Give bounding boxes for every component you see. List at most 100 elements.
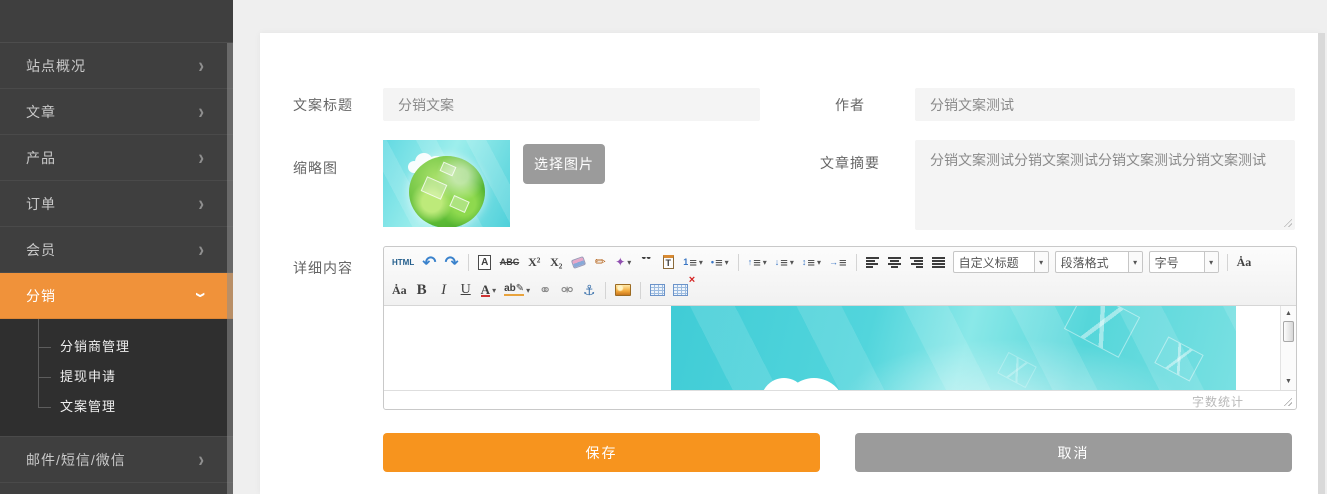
align-justify-icon[interactable] <box>929 251 949 273</box>
chevron-down-icon: ▾ <box>699 258 703 267</box>
cancel-button[interactable]: 取消 <box>855 433 1292 472</box>
word-count-label: 字数统计 <box>1192 393 1244 410</box>
font-size-select[interactable]: 字号▾ <box>1149 251 1219 273</box>
sidebar-item-label: 产品 <box>26 148 56 168</box>
editor-status-bar: 字数统计 <box>384 390 1296 409</box>
align-left-icon[interactable] <box>863 251 883 273</box>
strikethrough-icon[interactable]: ABC <box>497 251 523 273</box>
unlink-icon[interactable]: ⚮ <box>557 279 577 301</box>
save-button[interactable]: 保存 <box>383 433 820 472</box>
insert-image-icon[interactable] <box>612 279 634 301</box>
subscript-icon[interactable]: X₂ <box>546 251 566 273</box>
sidebar-menu: 站点概况›文章›产品›订单›会员›分销›分销商管理提现申请文案管理邮件/短信/微… <box>0 43 233 483</box>
paragraph-spacing-top-icon[interactable]: ↑≡▾ <box>745 251 770 273</box>
paste-as-text-icon[interactable]: T <box>658 251 678 273</box>
page-scrollbar[interactable] <box>1318 33 1325 494</box>
ordered-list-icon[interactable]: 1≡▾ <box>680 251 706 273</box>
chevron-down-icon: ▾ <box>763 258 767 267</box>
link-icon[interactable]: ⚭ <box>535 279 555 301</box>
sidebar-item[interactable]: 产品› <box>0 135 233 181</box>
italic-icon[interactable]: I <box>434 279 454 301</box>
font-color-icon[interactable]: A▾ <box>478 279 499 301</box>
editor-resize-handle-icon[interactable] <box>1281 395 1292 406</box>
paragraph-spacing-bottom-icon[interactable]: ↓≡▾ <box>772 251 797 273</box>
chevron-down-icon: ▾ <box>1128 252 1142 272</box>
toolbar-separator <box>468 254 469 271</box>
superscript-icon[interactable]: X² <box>524 251 544 273</box>
toolbar-separator <box>640 282 641 299</box>
sidebar-item-label: 站点概况 <box>26 56 86 76</box>
chevron-right-icon: › <box>198 55 205 76</box>
sidebar-item-label: 邮件/短信/微信 <box>26 450 126 470</box>
author-label: 作者 <box>835 95 865 115</box>
sidebar-scrollbar[interactable] <box>227 43 233 494</box>
blockquote-icon[interactable]: “ <box>636 251 656 273</box>
sidebar-item[interactable]: 邮件/短信/微信 › <box>0 437 233 483</box>
font-family-icon[interactable]: A <box>475 251 495 273</box>
title-label: 文案标题 <box>293 95 353 115</box>
underline-icon[interactable]: U <box>456 279 476 301</box>
anchor-icon[interactable]: ⚓ <box>579 279 599 301</box>
chevron-right-icon: › <box>198 449 205 470</box>
align-center-icon[interactable] <box>885 251 905 273</box>
sidebar-subitem[interactable]: 文案管理 <box>0 392 233 422</box>
toolbar-separator <box>605 282 606 299</box>
delete-table-icon[interactable] <box>670 279 691 301</box>
sidebar-item-label: 文章 <box>26 102 56 122</box>
to-uppercase-icon[interactable]: Ȧa <box>1234 251 1255 273</box>
editor-toolbar-row-1: HTML↶↷ AABCX²X₂ ✏✦▾“T1≡▾•≡▾ ↑≡▾↓≡▾↕≡▾→≡ 自定义标… <box>388 248 1292 276</box>
toolbar-separator <box>738 254 739 271</box>
chevron-down-icon: ▾ <box>492 286 496 295</box>
author-input[interactable] <box>915 88 1295 121</box>
scroll-down-icon[interactable]: ▼ <box>1281 376 1296 388</box>
sidebar-item[interactable]: 站点概况 › <box>0 43 233 89</box>
cloud-decoration <box>761 378 807 390</box>
to-lowercase-icon[interactable]: Ȧa <box>389 279 410 301</box>
sidebar-item[interactable]: 会员 › <box>0 227 233 273</box>
scroll-up-icon[interactable]: ▲ <box>1281 308 1296 320</box>
chevron-right-icon: › <box>198 239 205 260</box>
bold-icon[interactable]: B <box>412 279 432 301</box>
title-input[interactable] <box>383 88 760 121</box>
sidebar-subitem[interactable]: 提现申请 <box>0 362 233 392</box>
paragraph-format-select[interactable]: 段落格式▾ <box>1055 251 1143 273</box>
insert-table-icon[interactable] <box>647 279 668 301</box>
sidebar-submenu: 分销商管理提现申请文案管理 <box>0 319 233 437</box>
sidebar: 站点概况›文章›产品›订单›会员›分销›分销商管理提现申请文案管理邮件/短信/微… <box>0 0 233 494</box>
sidebar-item[interactable]: 文章› <box>0 89 233 135</box>
editor-toolbar-row-2: ȦaBIUA▾ab✎▾⚭⚮⚓ <box>388 276 1292 304</box>
content-label: 详细内容 <box>293 258 353 278</box>
summary-wrap: 分销文案测试分销文案测试分销文案测试分销文案测试 <box>915 140 1295 230</box>
thumbnail-label: 缩略图 <box>293 158 338 178</box>
format-painter-icon[interactable]: ✏ <box>590 251 610 273</box>
chevron-down-icon: ▾ <box>790 258 794 267</box>
align-right-icon[interactable] <box>907 251 927 273</box>
sidebar-item[interactable]: 订单› <box>0 181 233 227</box>
chevron-down-icon: ▾ <box>725 258 729 267</box>
redo-icon[interactable]: ↷ <box>441 251 461 273</box>
line-height-icon[interactable]: ↕≡▾ <box>799 251 824 273</box>
chevron-down-icon: › <box>191 292 212 299</box>
sidebar-item[interactable]: 分销 › <box>0 273 233 319</box>
custom-heading-select[interactable]: 自定义标题▾ <box>953 251 1049 273</box>
highlight-color-icon[interactable]: ab✎▾ <box>501 279 533 301</box>
source-code-button[interactable]: HTML <box>389 251 417 273</box>
content-card: 文案标题 作者 缩略图 选择图片 文章摘要 分销文案测试分销文案测试分销文案测试… <box>260 33 1320 494</box>
eraser-icon[interactable] <box>568 251 588 273</box>
undo-icon[interactable]: ↶ <box>419 251 439 273</box>
toolbar-separator <box>856 254 857 271</box>
chevron-down-icon: ▾ <box>627 258 631 267</box>
sidebar-item-label: 会员 <box>26 240 56 260</box>
thumbnail-image <box>383 140 510 227</box>
choose-image-button[interactable]: 选择图片 <box>523 144 605 184</box>
editor-content-area[interactable]: ▲ ▼ <box>384 306 1296 390</box>
sidebar-item-label: 分销 <box>26 286 56 306</box>
auto-typeset-icon[interactable]: ✦▾ <box>612 251 634 273</box>
summary-textarea[interactable]: 分销文案测试分销文案测试分销文案测试分销文案测试 <box>915 140 1295 230</box>
unordered-list-icon[interactable]: •≡▾ <box>708 251 732 273</box>
scrollbar-thumb[interactable] <box>1283 321 1294 342</box>
editor-scrollbar[interactable]: ▲ ▼ <box>1280 306 1296 390</box>
indent-icon[interactable]: →≡ <box>826 251 850 273</box>
sidebar-subitem[interactable]: 分销商管理 <box>0 332 233 362</box>
toolbar-separator <box>1227 254 1228 271</box>
